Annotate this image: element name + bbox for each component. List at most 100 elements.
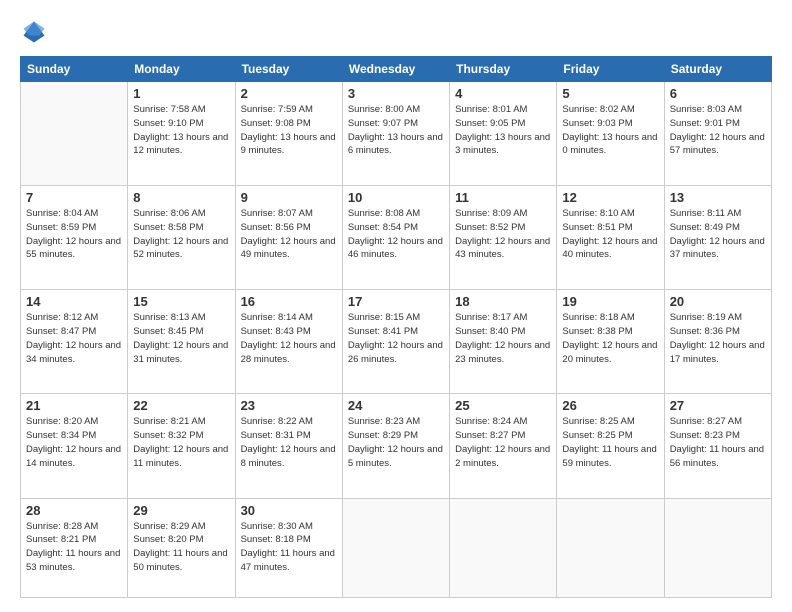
day-number: 5	[562, 86, 658, 101]
day-number: 30	[241, 503, 337, 518]
day-number: 14	[26, 294, 122, 309]
day-number: 24	[348, 398, 444, 413]
day-info: Sunrise: 8:03 AMSunset: 9:01 PMDaylight:…	[670, 103, 766, 158]
day-number: 28	[26, 503, 122, 518]
calendar-cell: 12 Sunrise: 8:10 AMSunset: 8:51 PMDayligh…	[557, 186, 664, 290]
day-number: 8	[133, 190, 229, 205]
week-row-2: 7 Sunrise: 8:04 AMSunset: 8:59 PMDaylight…	[21, 186, 772, 290]
day-number: 21	[26, 398, 122, 413]
day-number: 26	[562, 398, 658, 413]
calendar-cell: 27 Sunrise: 8:27 AMSunset: 8:23 PMDayligh…	[664, 394, 771, 498]
weekday-header-saturday: Saturday	[664, 57, 771, 82]
calendar-cell: 10 Sunrise: 8:08 AMSunset: 8:54 PMDayligh…	[342, 186, 449, 290]
day-info: Sunrise: 8:01 AMSunset: 9:05 PMDaylight:…	[455, 103, 551, 158]
week-row-3: 14 Sunrise: 8:12 AMSunset: 8:47 PMDayligh…	[21, 290, 772, 394]
day-number: 17	[348, 294, 444, 309]
day-number: 11	[455, 190, 551, 205]
day-info: Sunrise: 8:27 AMSunset: 8:23 PMDaylight:…	[670, 415, 766, 470]
day-number: 27	[670, 398, 766, 413]
day-number: 12	[562, 190, 658, 205]
calendar-cell: 21 Sunrise: 8:20 AMSunset: 8:34 PMDayligh…	[21, 394, 128, 498]
day-info: Sunrise: 8:14 AMSunset: 8:43 PMDaylight:…	[241, 311, 337, 366]
calendar-cell: 19Sunrise: 8:18 AMSunset: 8:38 PMDayligh…	[557, 290, 664, 394]
day-number: 15	[133, 294, 229, 309]
calendar-table: SundayMondayTuesdayWednesdayThursdayFrid…	[20, 56, 772, 598]
day-info: Sunrise: 8:29 AMSunset: 8:20 PMDaylight:…	[133, 520, 229, 575]
calendar-cell: 15 Sunrise: 8:13 AMSunset: 8:45 PMDayligh…	[128, 290, 235, 394]
weekday-header-sunday: Sunday	[21, 57, 128, 82]
calendar-cell: 17 Sunrise: 8:15 AMSunset: 8:41 PMDayligh…	[342, 290, 449, 394]
calendar-cell: 26 Sunrise: 8:25 AMSunset: 8:25 PMDayligh…	[557, 394, 664, 498]
day-info: Sunrise: 8:00 AMSunset: 9:07 PMDaylight:…	[348, 103, 444, 158]
calendar-cell: 4Sunrise: 8:01 AMSunset: 9:05 PMDaylight…	[450, 82, 557, 186]
day-info: Sunrise: 8:22 AMSunset: 8:31 PMDaylight:…	[241, 415, 337, 470]
header	[20, 18, 772, 46]
day-info: Sunrise: 8:20 AMSunset: 8:34 PMDaylight:…	[26, 415, 122, 470]
day-number: 7	[26, 190, 122, 205]
weekday-header-thursday: Thursday	[450, 57, 557, 82]
day-number: 13	[670, 190, 766, 205]
weekday-header-wednesday: Wednesday	[342, 57, 449, 82]
calendar-cell: 11 Sunrise: 8:09 AMSunset: 8:52 PMDayligh…	[450, 186, 557, 290]
calendar-cell: 22 Sunrise: 8:21 AMSunset: 8:32 PMDayligh…	[128, 394, 235, 498]
calendar-cell	[450, 498, 557, 597]
calendar-cell: 18 Sunrise: 8:17 AMSunset: 8:40 PMDayligh…	[450, 290, 557, 394]
calendar-cell: 16Sunrise: 8:14 AMSunset: 8:43 PMDayligh…	[235, 290, 342, 394]
weekday-header-friday: Friday	[557, 57, 664, 82]
week-row-1: 1 Sunrise: 7:58 AMSunset: 9:10 PMDaylight…	[21, 82, 772, 186]
day-info: Sunrise: 8:10 AMSunset: 8:51 PMDaylight:…	[562, 207, 658, 262]
calendar-cell: 20 Sunrise: 8:19 AMSunset: 8:36 PMDayligh…	[664, 290, 771, 394]
calendar-cell: 1 Sunrise: 7:58 AMSunset: 9:10 PMDaylight…	[128, 82, 235, 186]
day-info: Sunrise: 8:17 AMSunset: 8:40 PMDaylight:…	[455, 311, 551, 366]
calendar-cell: 25 Sunrise: 8:24 AMSunset: 8:27 PMDayligh…	[450, 394, 557, 498]
day-info: Sunrise: 8:25 AMSunset: 8:25 PMDaylight:…	[562, 415, 658, 470]
day-info: Sunrise: 8:30 AMSunset: 8:18 PMDaylight:…	[241, 520, 337, 575]
day-info: Sunrise: 8:13 AMSunset: 8:45 PMDaylight:…	[133, 311, 229, 366]
day-number: 3	[348, 86, 444, 101]
day-info: Sunrise: 8:04 AMSunset: 8:59 PMDaylight:…	[26, 207, 122, 262]
day-info: Sunrise: 8:09 AMSunset: 8:52 PMDaylight:…	[455, 207, 551, 262]
calendar-cell: 7 Sunrise: 8:04 AMSunset: 8:59 PMDaylight…	[21, 186, 128, 290]
calendar-cell	[557, 498, 664, 597]
day-info: Sunrise: 8:11 AMSunset: 8:49 PMDaylight:…	[670, 207, 766, 262]
day-number: 10	[348, 190, 444, 205]
calendar-cell: 30 Sunrise: 8:30 AMSunset: 8:18 PMDayligh…	[235, 498, 342, 597]
calendar-cell: 8 Sunrise: 8:06 AMSunset: 8:58 PMDaylight…	[128, 186, 235, 290]
calendar-cell: 14 Sunrise: 8:12 AMSunset: 8:47 PMDayligh…	[21, 290, 128, 394]
calendar-cell: 3 Sunrise: 8:00 AMSunset: 9:07 PMDaylight…	[342, 82, 449, 186]
calendar-cell	[342, 498, 449, 597]
day-info: Sunrise: 7:59 AMSunset: 9:08 PMDaylight:…	[241, 103, 337, 158]
calendar-cell	[664, 498, 771, 597]
day-info: Sunrise: 8:06 AMSunset: 8:58 PMDaylight:…	[133, 207, 229, 262]
day-info: Sunrise: 8:19 AMSunset: 8:36 PMDaylight:…	[670, 311, 766, 366]
logo	[20, 18, 50, 46]
calendar-cell: 29Sunrise: 8:29 AMSunset: 8:20 PMDayligh…	[128, 498, 235, 597]
calendar-cell: 13 Sunrise: 8:11 AMSunset: 8:49 PMDayligh…	[664, 186, 771, 290]
day-info: Sunrise: 8:15 AMSunset: 8:41 PMDaylight:…	[348, 311, 444, 366]
calendar-cell: 23Sunrise: 8:22 AMSunset: 8:31 PMDayligh…	[235, 394, 342, 498]
calendar-cell: 9Sunrise: 8:07 AMSunset: 8:56 PMDaylight…	[235, 186, 342, 290]
day-info: Sunrise: 8:12 AMSunset: 8:47 PMDaylight:…	[26, 311, 122, 366]
weekday-header-tuesday: Tuesday	[235, 57, 342, 82]
day-number: 19	[562, 294, 658, 309]
logo-icon	[20, 18, 48, 46]
day-info: Sunrise: 8:02 AMSunset: 9:03 PMDaylight:…	[562, 103, 658, 158]
calendar-cell: 6 Sunrise: 8:03 AMSunset: 9:01 PMDaylight…	[664, 82, 771, 186]
day-info: Sunrise: 7:58 AMSunset: 9:10 PMDaylight:…	[133, 103, 229, 158]
day-info: Sunrise: 8:28 AMSunset: 8:21 PMDaylight:…	[26, 520, 122, 575]
day-number: 18	[455, 294, 551, 309]
day-number: 22	[133, 398, 229, 413]
week-row-4: 21 Sunrise: 8:20 AMSunset: 8:34 PMDayligh…	[21, 394, 772, 498]
day-number: 2	[241, 86, 337, 101]
day-number: 6	[670, 86, 766, 101]
calendar-cell: 2 Sunrise: 7:59 AMSunset: 9:08 PMDaylight…	[235, 82, 342, 186]
day-number: 1	[133, 86, 229, 101]
day-info: Sunrise: 8:23 AMSunset: 8:29 PMDaylight:…	[348, 415, 444, 470]
day-number: 25	[455, 398, 551, 413]
day-info: Sunrise: 8:24 AMSunset: 8:27 PMDaylight:…	[455, 415, 551, 470]
day-info: Sunrise: 8:08 AMSunset: 8:54 PMDaylight:…	[348, 207, 444, 262]
day-info: Sunrise: 8:07 AMSunset: 8:56 PMDaylight:…	[241, 207, 337, 262]
week-row-5: 28 Sunrise: 8:28 AMSunset: 8:21 PMDayligh…	[21, 498, 772, 597]
day-number: 20	[670, 294, 766, 309]
day-info: Sunrise: 8:21 AMSunset: 8:32 PMDaylight:…	[133, 415, 229, 470]
